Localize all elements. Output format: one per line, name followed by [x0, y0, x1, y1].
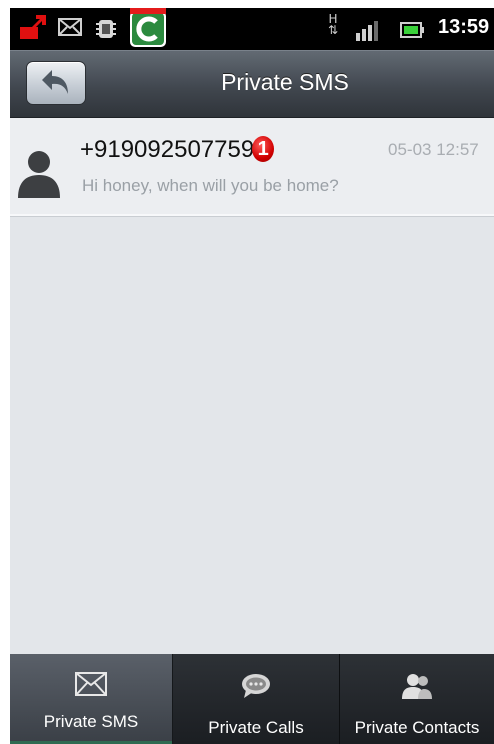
contact-avatar-icon — [14, 148, 64, 204]
app-icon — [128, 8, 168, 52]
upload-icon — [18, 15, 48, 45]
mail-icon — [58, 18, 82, 40]
back-button[interactable] — [26, 61, 86, 105]
message-row[interactable]: +919092507759 1 05-03 12:57 Hi honey, whe… — [10, 118, 494, 216]
tab-label: Private SMS — [43, 712, 139, 731]
envelope-icon — [75, 672, 107, 701]
sender-text: +919092507759 — [80, 136, 255, 163]
signal-icon — [356, 21, 380, 45]
unread-badge: 1 — [252, 136, 275, 162]
tab-private-contacts[interactable]: Private Contacts — [340, 654, 494, 744]
battery-icon — [400, 22, 424, 42]
tab-bar: Private SMS Private Calls Private Contac… — [10, 654, 494, 744]
status-bar: H ⇅ 13:59 — [10, 8, 494, 50]
message-time: 05-03 12:57 — [388, 140, 479, 159]
sender-number: +919092507759 1 — [80, 136, 275, 164]
status-time: 13:59 — [438, 16, 490, 38]
message-preview: Hi honey, when will you be home? — [82, 176, 339, 195]
header-bar: Private SMS — [10, 50, 494, 119]
message-list[interactable]: +919092507759 1 05-03 12:57 Hi honey, whe… — [10, 118, 494, 654]
tab-private-sms[interactable]: Private SMS — [10, 654, 173, 744]
page-title: Private SMS — [221, 69, 349, 95]
h-data-icon: H ⇅ — [328, 12, 339, 37]
phone-screen: H ⇅ 13:59 Private SMS +919092507759 1 05… — [10, 8, 494, 744]
tab-private-calls[interactable]: Private Calls — [173, 654, 340, 744]
back-arrow-icon — [42, 70, 68, 94]
chip-icon — [94, 17, 118, 45]
tab-label: Private Contacts — [354, 718, 480, 737]
chat-bubble-icon — [240, 672, 272, 705]
tab-label: Private Calls — [208, 718, 304, 737]
contacts-icon — [400, 672, 434, 705]
